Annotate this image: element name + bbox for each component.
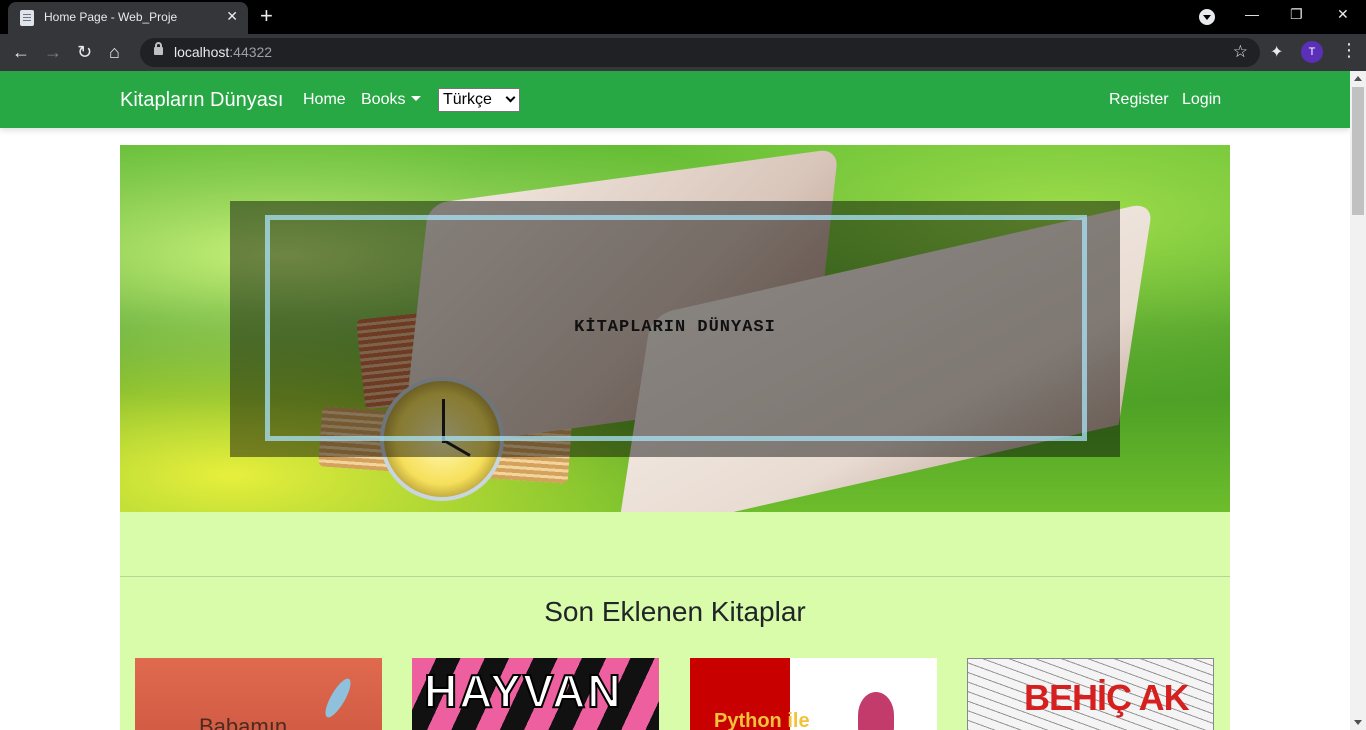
book-card[interactable]: HAYVAN	[412, 658, 659, 730]
chevron-down-icon	[505, 92, 516, 103]
book-card[interactable]: Babamın	[135, 658, 382, 730]
site-navbar: Kitapların Dünyası Home Books Türkçe Reg…	[0, 71, 1350, 128]
person-icon	[858, 692, 894, 730]
window-close-icon[interactable]: ✕	[1337, 6, 1349, 23]
feather-icon	[320, 675, 356, 721]
address-bar[interactable]: localhost:44322 ☆	[140, 38, 1260, 67]
new-tab-button[interactable]: +	[260, 4, 273, 28]
chevron-down-icon[interactable]	[1199, 9, 1215, 25]
minimize-icon[interactable]: —	[1245, 6, 1259, 22]
book-cover-text: Babamın	[199, 714, 288, 730]
browser-tab[interactable]: Home Page - Web_Proje ✕	[8, 2, 248, 34]
nav-books-label: Books	[361, 91, 406, 108]
book-cover-text: BEHİÇ AK	[1024, 677, 1190, 718]
site-brand[interactable]: Kitapların Dünyası	[120, 89, 283, 112]
book-card[interactable]: Python ile	[690, 658, 937, 730]
register-link[interactable]: Register	[1109, 91, 1169, 109]
avatar[interactable]: T	[1301, 41, 1323, 63]
book-cover-text: HAYVAN	[423, 664, 623, 718]
page-icon	[20, 10, 34, 26]
hero-title: KİTAPLARIN DÜNYASI	[574, 318, 776, 337]
section-divider	[120, 576, 1230, 577]
caret-down-icon	[411, 96, 422, 101]
hero-banner: KİTAPLARIN DÜNYASI	[120, 145, 1230, 512]
page-viewport: Kitapların Dünyası Home Books Türkçe Reg…	[0, 71, 1350, 730]
scroll-thumb[interactable]	[1352, 87, 1364, 215]
nav-home-link[interactable]: Home	[303, 91, 346, 109]
page-scrollbar[interactable]	[1350, 71, 1366, 730]
lock-icon[interactable]	[154, 42, 163, 55]
arrow-left-icon[interactable]: ←	[12, 40, 30, 64]
recent-books-section: Son Eklenen Kitaplar Babamın HAYVAN Pyth…	[120, 512, 1230, 730]
url-text[interactable]: localhost:44322	[174, 44, 272, 60]
tab-title: Home Page - Web_Proje	[44, 10, 178, 24]
browser-toolbar: ← → ↻ ⌂ localhost:44322 ☆ ✦ T ⋮	[0, 34, 1366, 71]
restore-icon[interactable]: ❐	[1290, 6, 1303, 23]
home-icon[interactable]: ⌂	[109, 40, 120, 64]
login-link[interactable]: Login	[1182, 91, 1221, 109]
close-icon[interactable]: ✕	[226, 8, 238, 25]
bookmark-star-icon[interactable]: ☆	[1233, 42, 1248, 62]
puzzle-icon[interactable]: ✦	[1270, 42, 1283, 62]
scroll-down-icon[interactable]	[1354, 720, 1362, 725]
section-title: Son Eklenen Kitaplar	[544, 596, 806, 627]
book-cover-text: Python ile	[714, 710, 810, 730]
language-select[interactable]: Türkçe	[438, 88, 520, 112]
browser-tab-bar: Home Page - Web_Proje ✕ + — ❐ ✕	[0, 0, 1366, 34]
arrow-right-icon[interactable]: →	[44, 40, 62, 64]
nav-books-dropdown[interactable]: Books	[361, 91, 422, 109]
reload-icon[interactable]: ↻	[77, 40, 92, 64]
scroll-up-icon[interactable]	[1354, 76, 1362, 81]
language-selected-value: Türkçe	[443, 91, 492, 108]
kebab-menu-icon[interactable]: ⋮	[1340, 40, 1358, 61]
book-card[interactable]: BEHİÇ AK	[967, 658, 1214, 730]
